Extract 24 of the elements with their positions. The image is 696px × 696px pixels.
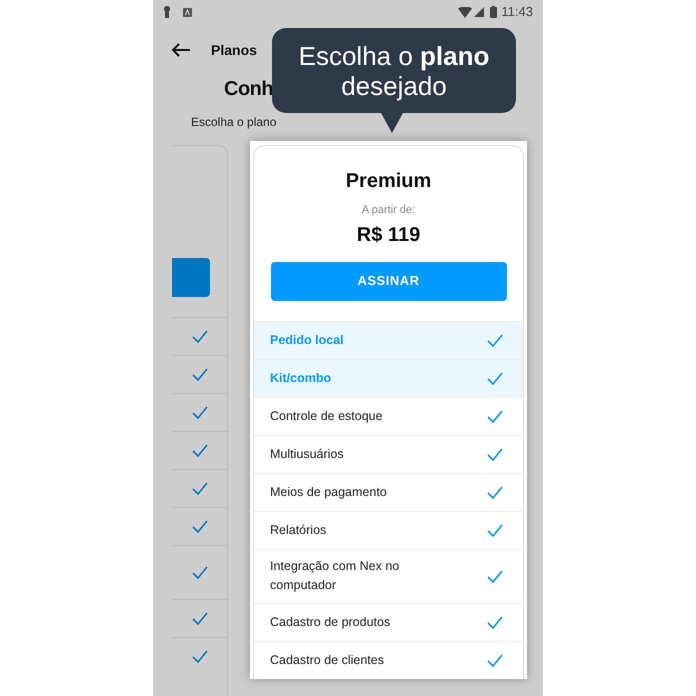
subscribe-button[interactable]: ASSINAR <box>270 262 506 300</box>
keyhole-icon <box>163 6 171 18</box>
feature-label: Relatórios <box>270 522 328 538</box>
wifi-icon <box>458 6 472 18</box>
tooltip-text: Escolha o plano desejado <box>298 40 490 100</box>
page-title: Conh <box>224 78 274 100</box>
plan-name: Premium <box>346 169 432 194</box>
plan-price: R$ 119 <box>356 222 420 248</box>
page-subtitle: Escolha o plano <box>191 115 276 129</box>
feature-label: Multiusuários <box>270 446 345 462</box>
feature-label: Controle de estoque <box>270 408 384 425</box>
feature-label: Pedido local <box>270 332 345 348</box>
feature-label: Cadastro de produtos <box>270 614 392 631</box>
feature-label: Kit/combo <box>270 370 332 386</box>
feature-label: Integração com Nex no computador <box>270 558 400 594</box>
back-arrow-icon[interactable] <box>171 43 191 57</box>
price-label: A partir de: <box>362 203 416 218</box>
header-title: Planos <box>211 40 257 60</box>
battery-icon <box>490 6 498 18</box>
letter-box-icon <box>183 8 192 16</box>
clock-time: 11:43 <box>501 3 533 22</box>
feature-label: Cadastro de clientes <box>270 652 385 668</box>
signal-icon <box>474 7 484 17</box>
feature-label: Meios de pagamento <box>270 484 388 501</box>
